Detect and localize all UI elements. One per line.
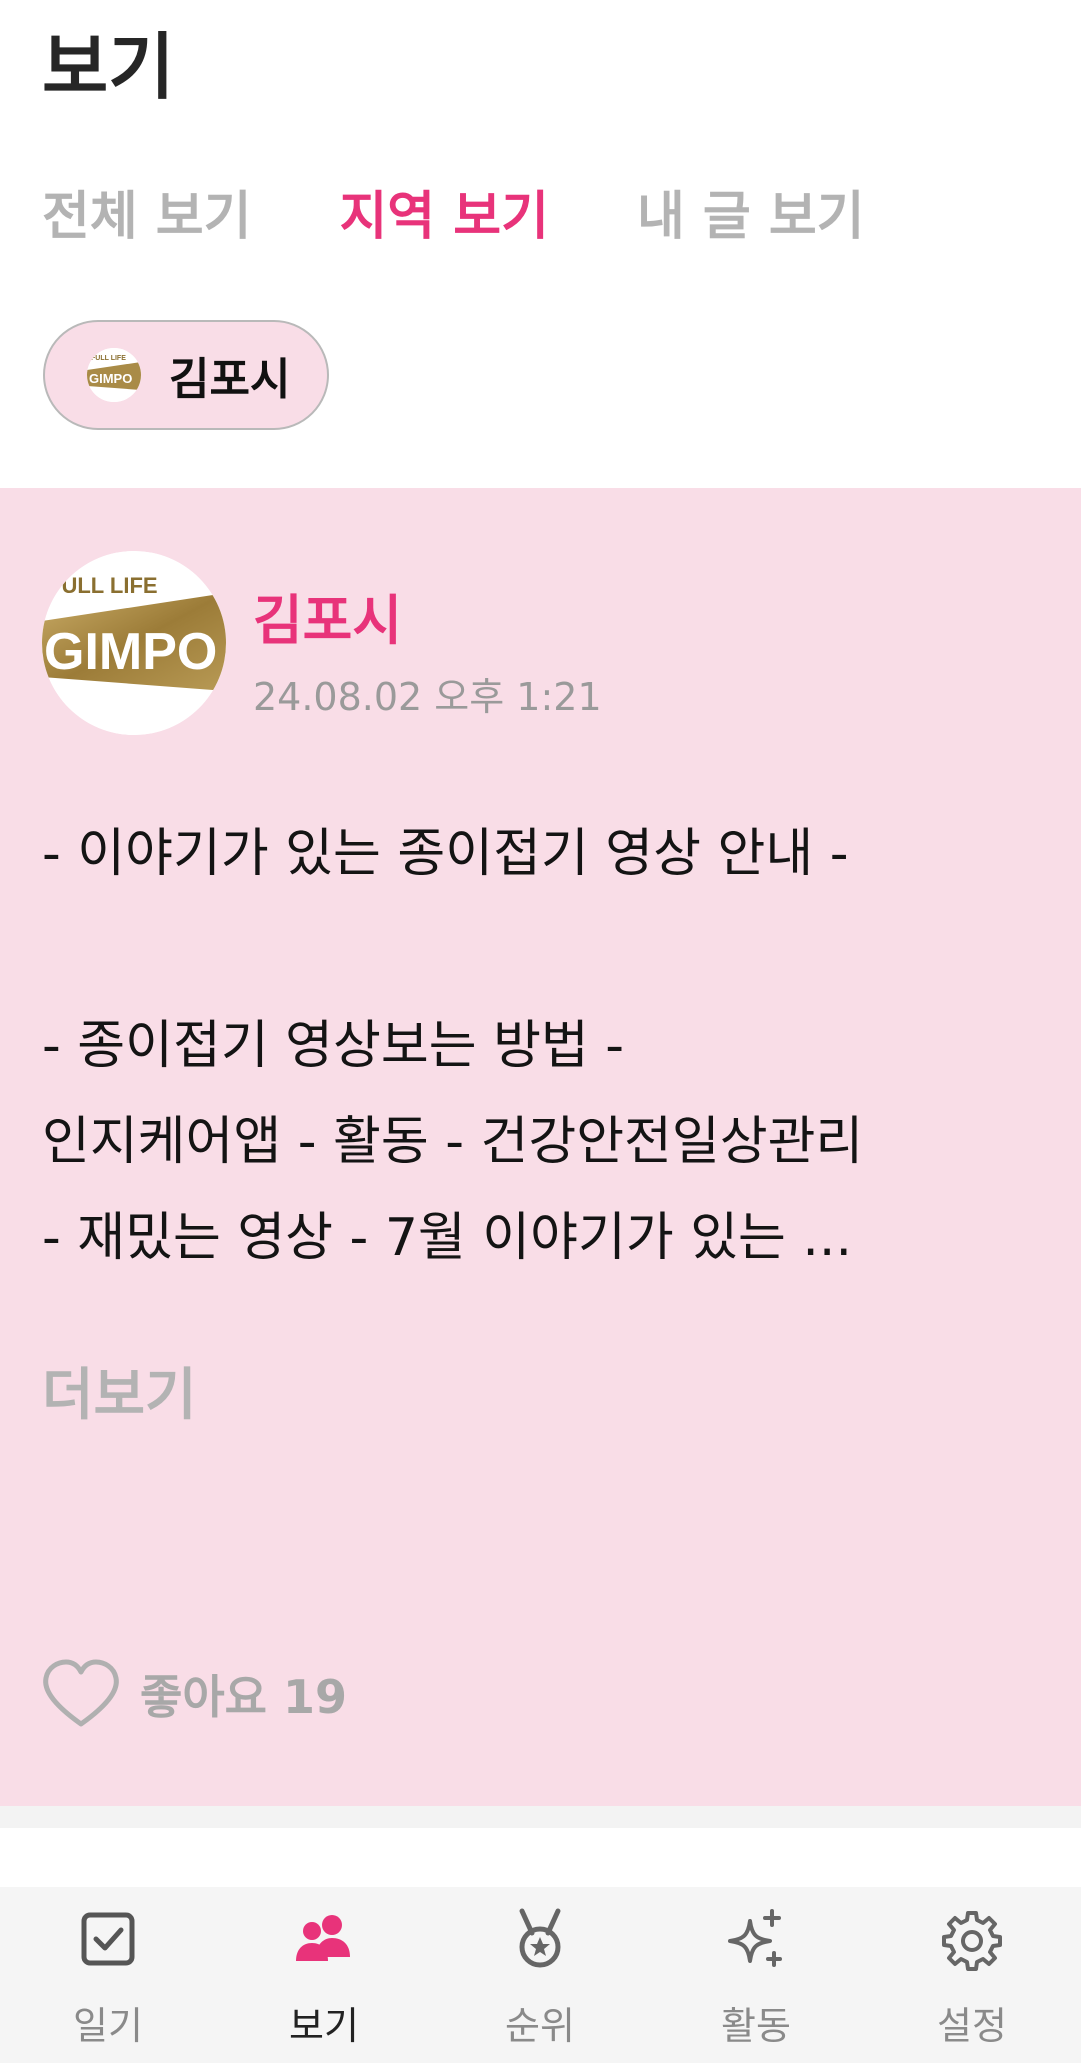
nav-label-view: 보기 xyxy=(289,2004,359,2048)
medal-icon xyxy=(519,1908,561,1968)
post-body-line: - 재밌는 영상 - 7월 이야기가 있는 ... xyxy=(42,1208,852,1268)
like-count: 좋아요 19 xyxy=(140,1670,347,1724)
gimpo-logo-icon: FULL LIFE GIMPO xyxy=(87,348,141,402)
post-body-line: - 종이접기 영상보는 방법 - xyxy=(42,1016,625,1076)
region-filter-chip[interactable]: FULL LIFE GIMPO 김포시 xyxy=(43,320,329,430)
bottom-navigation: 일기 보기 순위 활동 설정 xyxy=(0,1887,1081,2063)
post-timestamp: 24.08.02 오후 1:21 xyxy=(253,675,602,719)
post-author: 김포시 xyxy=(253,589,403,652)
gear-icon xyxy=(942,1911,1002,1971)
tab-region[interactable]: 지역 보기 xyxy=(339,182,548,252)
screen: 보기 전체 보기 지역 보기 내 글 보기 FULL LIFE GIMPO 김포… xyxy=(0,0,1081,2063)
heart-icon xyxy=(43,1659,119,1727)
post-body-line: 인지케어앱 - 활동 - 건강안전일상관리 xyxy=(42,1112,864,1172)
checkbox-icon xyxy=(81,1912,135,1966)
nav-label-activity: 활동 xyxy=(721,2004,791,2048)
people-icon xyxy=(296,1915,350,1961)
section-divider xyxy=(0,1806,1081,1828)
nav-item-view[interactable]: 보기 xyxy=(216,1887,432,2063)
tab-all[interactable]: 전체 보기 xyxy=(42,182,251,252)
post-body-line: - 이야기가 있는 종이접기 영상 안내 - xyxy=(42,824,849,884)
nav-item-diary[interactable]: 일기 xyxy=(0,1887,216,2063)
post-body-blank-line xyxy=(42,902,1052,998)
post-card[interactable]: FULL LIFE GIMPO 김포시 24.08.02 오후 1:21 - 이… xyxy=(0,488,1081,1806)
nav-label-settings: 설정 xyxy=(937,2004,1007,2048)
page-title: 보기 xyxy=(42,25,175,109)
svg-text:GIMPO: GIMPO xyxy=(89,371,132,386)
tab-my-posts[interactable]: 내 글 보기 xyxy=(637,182,865,252)
region-filter-label: 김포시 xyxy=(169,354,291,405)
svg-text:FULL LIFE: FULL LIFE xyxy=(48,573,158,598)
tab-bar: 전체 보기 지역 보기 내 글 보기 xyxy=(42,182,953,252)
like-button[interactable]: 좋아요 19 xyxy=(40,1658,347,1730)
nav-label-ranking: 순위 xyxy=(505,2004,575,2048)
nav-label-diary: 일기 xyxy=(73,2004,143,2048)
svg-text:FULL LIFE: FULL LIFE xyxy=(91,355,126,362)
sparkle-icon xyxy=(728,1909,782,1967)
author-avatar: FULL LIFE GIMPO xyxy=(42,551,226,735)
nav-item-settings[interactable]: 설정 xyxy=(864,1887,1080,2063)
post-body: - 이야기가 있는 종이접기 영상 안내 - - 종이접기 영상보는 방법 - … xyxy=(42,806,1052,1286)
nav-item-ranking[interactable]: 순위 xyxy=(432,1887,648,2063)
svg-text:GIMPO: GIMPO xyxy=(44,623,217,681)
nav-item-activity[interactable]: 활동 xyxy=(648,1887,864,2063)
more-button[interactable]: 더보기 xyxy=(42,1350,197,1431)
